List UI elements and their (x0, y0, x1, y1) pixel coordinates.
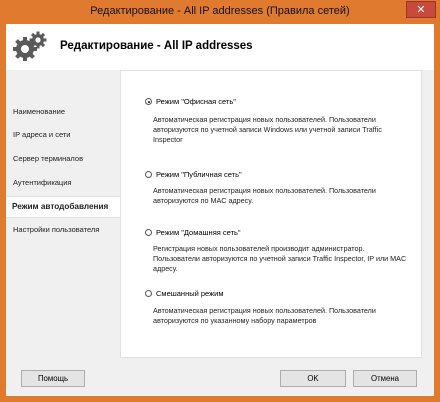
cancel-button[interactable]: Отмена (353, 370, 417, 387)
title-bar[interactable]: Редактирование - All IP addresses (Прави… (0, 0, 440, 24)
ok-button[interactable]: OK (280, 370, 346, 387)
label-home-network[interactable]: Режим "Домашняя сеть" (156, 228, 241, 237)
sidebar-item-user-settings[interactable]: Настройки пользователя (7, 221, 119, 239)
sidebar-item-name[interactable]: Наименование (7, 103, 119, 121)
dialog-header: Редактирование - All IP addresses (6, 24, 434, 70)
label-mixed-mode[interactable]: Смешанный режим (156, 289, 224, 298)
sidebar-item-terminal-server[interactable]: Сервер терминалов (7, 150, 119, 168)
help-button[interactable]: Помощь (21, 370, 85, 387)
label-office-network[interactable]: Режим "Офисная сеть" (156, 97, 236, 106)
close-icon: ✕ (416, 4, 426, 16)
desc-public-network: Автоматическая регистрация новых пользов… (153, 186, 376, 205)
label-public-network[interactable]: Режим "Публичная сеть" (156, 170, 242, 179)
sidebar-item-ip-addresses[interactable]: IP адреса и сети (7, 126, 119, 144)
sidebar: Наименование IP адреса и сети Сервер тер… (6, 70, 120, 360)
radio-office-network[interactable] (145, 98, 152, 105)
window-title: Редактирование - All IP addresses (Прави… (90, 5, 350, 17)
close-button[interactable]: ✕ (406, 1, 436, 18)
gears-logo-icon (13, 31, 47, 61)
page-title: Редактирование - All IP addresses (60, 40, 253, 52)
dialog-client: Редактирование - All IP addresses Наимен… (6, 24, 434, 396)
sidebar-item-authentication[interactable]: Аутентификация (7, 174, 119, 192)
radio-home-network[interactable] (145, 229, 152, 236)
dialog-window: Редактирование - All IP addresses (Прави… (0, 0, 440, 402)
radio-public-network[interactable] (145, 171, 152, 178)
radio-mixed-mode[interactable] (145, 290, 152, 297)
mode-panel: Режим "Офисная сеть" Автоматическая реги… (120, 70, 422, 358)
desc-office-network: Автоматическая регистрация новых пользов… (153, 115, 382, 144)
desc-home-network: Регистрация новых пользователей производ… (153, 244, 407, 273)
desc-mixed-mode: Автоматическая регистрация новых пользов… (153, 306, 376, 325)
sidebar-item-auto-add-mode[interactable]: Режим автодобавления (6, 196, 120, 218)
